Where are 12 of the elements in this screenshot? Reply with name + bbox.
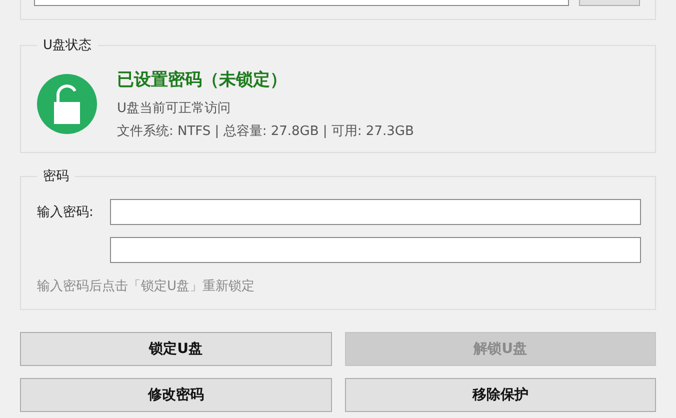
status-details: 文件系统: NTFS | 总容量: 27.8GB | 可用: 27.3GB [117, 123, 414, 140]
hint-text: 输入密码后点击「锁定U盘」重新锁定 [37, 278, 256, 295]
group-title: 密码 [42, 168, 70, 185]
password-field[interactable] [110, 199, 641, 225]
status-title: 已设置密码（未锁定） [117, 69, 288, 91]
confirm-password-field[interactable] [110, 237, 641, 263]
field-label: 输入密码: [37, 204, 94, 221]
group-title: U盘状态 [42, 37, 93, 54]
action-button[interactable]: 锁定U盘 [20, 332, 332, 366]
action-button[interactable]: 移除保护 [344, 378, 656, 412]
action-button[interactable]: 修改密码 [20, 378, 332, 412]
status-description: U盘当前可正常访问 [117, 100, 232, 117]
